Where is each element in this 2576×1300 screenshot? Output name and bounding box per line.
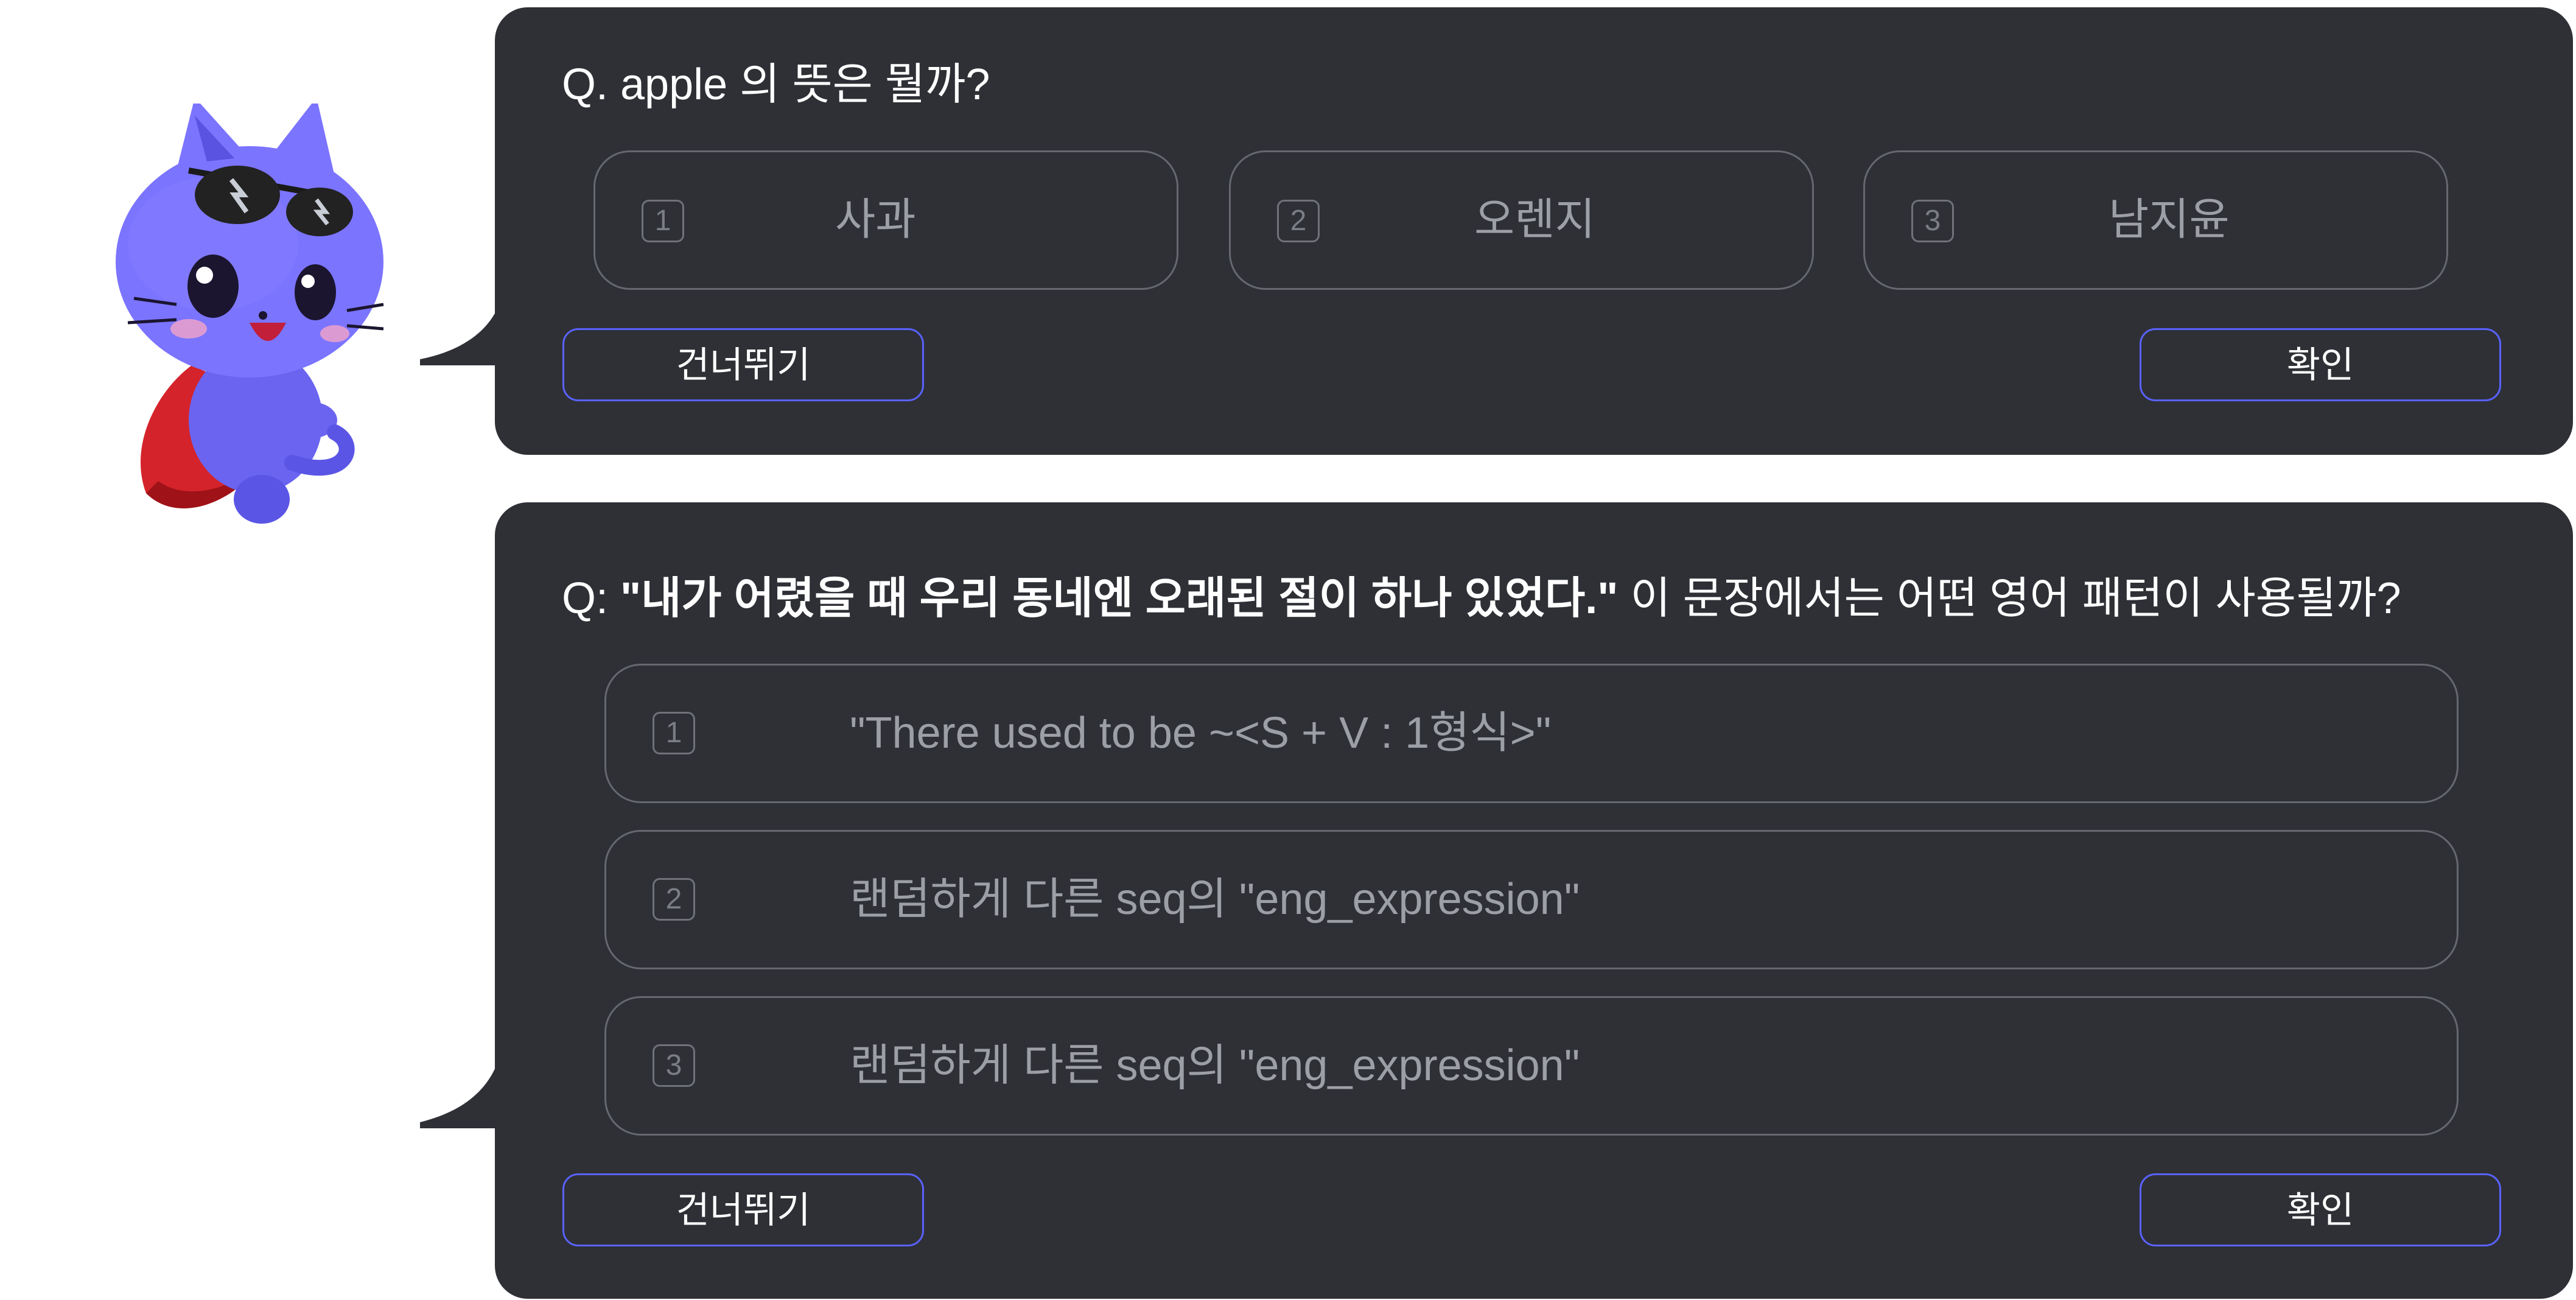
question-2-suffix: 이 문장에서는 어떤 영어 패턴이 사용될까? — [1618, 574, 2401, 623]
option-label: 오렌지 — [1474, 195, 1595, 244]
skip-button[interactable]: 건너뛰기 — [562, 328, 924, 401]
quiz2-option-1[interactable]: 1 "There used to be ~<S + V : 1형식>" — [604, 664, 2459, 803]
option-number-badge: 2 — [653, 878, 695, 921]
option-label: 랜덤하게 다른 seq의 "eng_expression" — [850, 1041, 1580, 1090]
option-number-badge: 1 — [642, 200, 684, 242]
option-label: 남지윤 — [2109, 195, 2230, 244]
option-number-badge: 3 — [1911, 200, 1954, 242]
question-2-text: Q: "내가 어렸을 때 우리 동네엔 오래된 절이 하나 있었다." 이 문장… — [562, 571, 2401, 626]
quiz1-option-1[interactable]: 1 사과 — [593, 150, 1178, 290]
quiz2-option-3[interactable]: 3 랜덤하게 다른 seq의 "eng_expression" — [604, 996, 2459, 1136]
quiz1-option-3[interactable]: 3 남지윤 — [1863, 150, 2448, 290]
question-1-text: Q. apple 의 뜻은 뭘까? — [562, 60, 990, 109]
option-label: "There used to be ~<S + V : 1형식>" — [850, 709, 1552, 757]
confirm-button[interactable]: 확인 — [2140, 328, 2501, 401]
confirm-button[interactable]: 확인 — [2140, 1173, 2501, 1246]
quiz-card-2: Q: "내가 어렸을 때 우리 동네엔 오래된 절이 하나 있었다." 이 문장… — [495, 502, 2573, 1299]
cat-mascot-icon — [116, 104, 384, 524]
quiz1-option-2[interactable]: 2 오렌지 — [1229, 150, 1814, 290]
option-label: 사과 — [835, 195, 916, 244]
question-2-quote: "내가 어렸을 때 우리 동네엔 오래된 절이 하나 있었다." — [620, 574, 1619, 623]
speech-tail-2 — [420, 1058, 499, 1128]
option-number-badge: 2 — [1277, 200, 1320, 242]
speech-tail-1 — [420, 304, 499, 365]
quiz2-option-2[interactable]: 2 랜덤하게 다른 seq의 "eng_expression" — [604, 830, 2459, 969]
quiz-screen: Q. apple 의 뜻은 뭘까? 1 사과 2 오렌지 3 남지윤 건너뛰기 … — [0, 0, 2576, 1300]
question-2-prefix: Q: — [562, 574, 621, 623]
option-number-badge: 3 — [653, 1044, 695, 1087]
quiz-card-1: Q. apple 의 뜻은 뭘까? 1 사과 2 오렌지 3 남지윤 건너뛰기 … — [495, 7, 2573, 455]
skip-button[interactable]: 건너뛰기 — [562, 1173, 924, 1246]
option-number-badge: 1 — [653, 712, 695, 754]
option-label: 랜덤하게 다른 seq의 "eng_expression" — [850, 875, 1580, 924]
